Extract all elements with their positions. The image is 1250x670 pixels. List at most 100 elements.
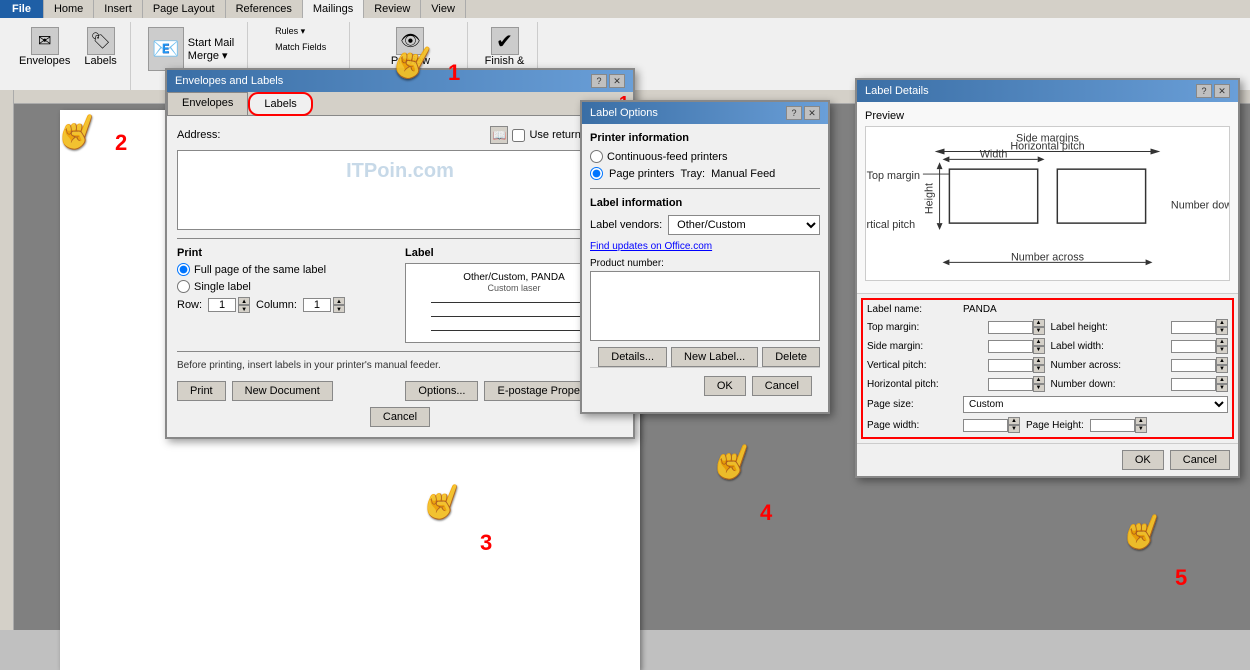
row-spinner[interactable]: 1 ▲ ▼	[208, 297, 250, 313]
label-width-label: Label width:	[1051, 341, 1104, 352]
ld-close-button[interactable]: ✕	[1214, 84, 1230, 98]
print-button[interactable]: Print	[177, 381, 226, 401]
horizontal-pitch-input[interactable]: 6,4 cm	[988, 378, 1033, 391]
number-down-up[interactable]: ▲	[1216, 376, 1228, 384]
page-printers-radio[interactable]	[590, 167, 603, 180]
find-updates-link[interactable]: Find updates on Office.com	[590, 241, 820, 252]
ld-ok-button[interactable]: OK	[1122, 450, 1164, 470]
number-down-input[interactable]: 4	[1171, 378, 1216, 391]
lo-ok-button[interactable]: OK	[704, 376, 746, 396]
col-up[interactable]: ▲	[333, 297, 345, 305]
labels-button[interactable]: 🏷 Labels	[79, 24, 121, 70]
write-insert-buttons: Rules ▾ Match Fields	[270, 24, 331, 54]
top-margin-up[interactable]: ▲	[1033, 319, 1045, 327]
line2	[431, 307, 597, 317]
mail-merge-icon: 📧	[148, 27, 184, 71]
side-margin-down[interactable]: ▼	[1033, 346, 1045, 354]
col-down[interactable]: ▼	[333, 305, 345, 313]
page-width-input[interactable]: 19,4 cm	[963, 419, 1008, 432]
ld-help-button[interactable]: ?	[1196, 84, 1212, 98]
page-size-select[interactable]: Custom	[963, 396, 1228, 413]
delete-button[interactable]: Delete	[762, 347, 820, 367]
start-mail-merge-button[interactable]: 📧 Start MailMerge ▾	[143, 24, 239, 74]
horizontal-pitch-down[interactable]: ▼	[1033, 384, 1045, 392]
side-margin-input[interactable]: 0,1 cm	[988, 340, 1033, 353]
page-width-ctrl: 19,4 cm ▲ ▼	[963, 417, 1020, 433]
number-down-label: Number down:	[1051, 379, 1116, 390]
address-book-icon[interactable]: 📖	[490, 126, 508, 144]
row-input[interactable]: 1	[208, 298, 236, 312]
tab-page-layout[interactable]: Page Layout	[143, 0, 226, 18]
label-options-titlebar: Label Options ? ✕	[582, 102, 828, 124]
page-width-down[interactable]: ▼	[1008, 425, 1020, 433]
lo-help-button[interactable]: ?	[786, 106, 802, 120]
number-across-down[interactable]: ▼	[1216, 365, 1228, 373]
envelopes-tab[interactable]: Envelopes	[167, 92, 248, 115]
top-margin-row: Top margin: 0,2 cm ▲ ▼	[867, 319, 1045, 335]
label-height-up[interactable]: ▲	[1216, 319, 1228, 327]
labels-tab[interactable]: Labels	[248, 92, 312, 116]
label-width-input[interactable]: 6,3 cm	[1171, 340, 1216, 353]
envelopes-button[interactable]: ✉ Envelopes	[14, 24, 75, 70]
row-label: Row:	[177, 299, 202, 311]
tab-mailings[interactable]: Mailings	[303, 0, 364, 18]
env-close-button[interactable]: ✕	[609, 74, 625, 88]
vertical-pitch-input[interactable]: 3,3 cm	[988, 359, 1033, 372]
rules-button[interactable]: Rules ▾	[270, 24, 331, 39]
tab-home[interactable]: Home	[44, 0, 94, 18]
row-down[interactable]: ▼	[238, 305, 250, 313]
tab-references[interactable]: References	[226, 0, 303, 18]
side-margin-row: Side margin: 0,1 cm ▲ ▼	[867, 338, 1045, 354]
ld-cancel-button[interactable]: Cancel	[1170, 450, 1230, 470]
top-margin-input[interactable]: 0,2 cm	[988, 321, 1033, 334]
col-input[interactable]: 1	[303, 298, 331, 312]
env-cancel-button[interactable]: Cancel	[370, 407, 430, 427]
new-label-button[interactable]: New Label...	[671, 347, 758, 367]
tab-file[interactable]: File	[0, 0, 44, 18]
number-down-ctrl: 4 ▲ ▼	[1171, 376, 1228, 392]
label-height-down[interactable]: ▼	[1216, 327, 1228, 335]
use-return-checkbox[interactable]	[512, 129, 525, 142]
env-help-button[interactable]: ?	[591, 74, 607, 88]
label-name-value: PANDA	[963, 304, 997, 315]
vertical-pitch-down[interactable]: ▼	[1033, 365, 1045, 373]
page-width-up[interactable]: ▲	[1008, 417, 1020, 425]
product-number-list[interactable]	[590, 271, 820, 341]
address-field-row: Address: 📖 Use return address	[177, 126, 623, 144]
row-col-row: Row: 1 ▲ ▼ Column: 1 ▲ ▼	[177, 297, 395, 313]
tab-view[interactable]: View	[421, 0, 466, 18]
page-height-up[interactable]: ▲	[1135, 417, 1147, 425]
label-width-down[interactable]: ▼	[1216, 346, 1228, 354]
page-height-down[interactable]: ▼	[1135, 425, 1147, 433]
match-fields-button[interactable]: Match Fields	[270, 40, 331, 54]
ld-title: Label Details	[865, 85, 929, 97]
vendor-dropdown[interactable]: Other/Custom	[668, 215, 820, 235]
label-width-up[interactable]: ▲	[1216, 338, 1228, 346]
row-up[interactable]: ▲	[238, 297, 250, 305]
tab-review[interactable]: Review	[364, 0, 421, 18]
new-document-button[interactable]: New Document	[232, 381, 333, 401]
lo-cancel-button[interactable]: Cancel	[752, 376, 812, 396]
tab-insert[interactable]: Insert	[94, 0, 143, 18]
options-button[interactable]: Options...	[405, 381, 478, 401]
vertical-pitch-up[interactable]: ▲	[1033, 357, 1045, 365]
single-label-radio[interactable]	[177, 280, 190, 293]
side-margin-ctrl: 0,1 cm ▲ ▼	[988, 338, 1045, 354]
continuous-feed-radio[interactable]	[590, 150, 603, 163]
lo-close-button[interactable]: ✕	[804, 106, 820, 120]
page-height-input[interactable]: 13,6 cm	[1090, 419, 1135, 432]
top-margin-down[interactable]: ▼	[1033, 327, 1045, 335]
ld-footer: OK Cancel	[857, 443, 1238, 476]
number-across-up[interactable]: ▲	[1216, 357, 1228, 365]
number-across-input[interactable]: 3	[1171, 359, 1216, 372]
horizontal-pitch-up[interactable]: ▲	[1033, 376, 1045, 384]
side-margin-up[interactable]: ▲	[1033, 338, 1045, 346]
env-dialog-title: Envelopes and Labels	[175, 75, 283, 87]
full-page-radio[interactable]	[177, 263, 190, 276]
number-down-down[interactable]: ▼	[1216, 384, 1228, 392]
full-page-label: Full page of the same label	[194, 264, 326, 276]
details-button[interactable]: Details...	[598, 347, 667, 367]
label-height-input[interactable]: 3,2 cm	[1171, 321, 1216, 334]
page-width-spinner: ▲ ▼	[1008, 417, 1020, 433]
col-spinner[interactable]: 1 ▲ ▼	[303, 297, 345, 313]
